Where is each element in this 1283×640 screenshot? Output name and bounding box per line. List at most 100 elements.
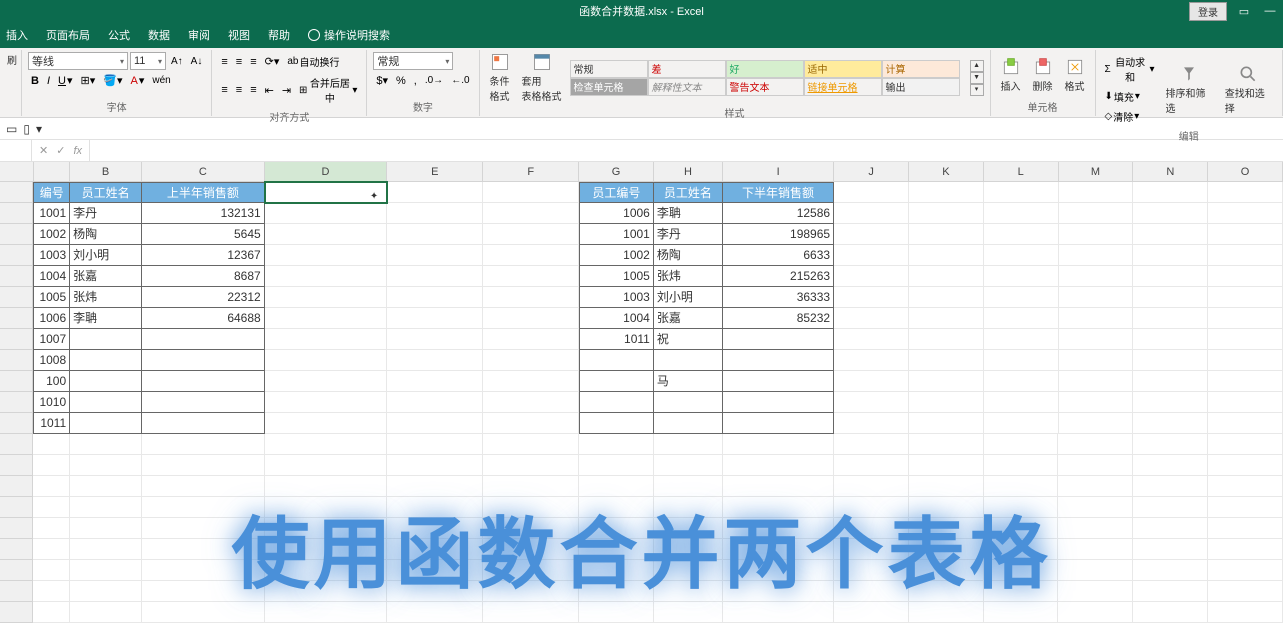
dec-decimal-icon[interactable]: ←.0 <box>448 73 472 88</box>
conditional-format-button[interactable]: 条件格式 <box>486 52 514 103</box>
table-cell[interactable]: 1005 <box>33 287 70 308</box>
table-cell[interactable] <box>142 371 265 392</box>
sort-filter-button[interactable]: 排序和筛选 <box>1162 64 1217 115</box>
clear-button[interactable]: ◇ 清除▾ <box>1102 107 1158 126</box>
name-box[interactable] <box>0 140 32 161</box>
table-cell[interactable]: 1007 <box>33 329 70 350</box>
row-header[interactable] <box>0 455 33 476</box>
col-header-E[interactable]: E <box>387 162 483 182</box>
font-size-combo[interactable]: 11▾ <box>130 52 166 70</box>
table-cell[interactable] <box>142 392 265 413</box>
row-header[interactable] <box>0 224 33 245</box>
style-link[interactable]: 链接单元格 <box>804 78 882 96</box>
row-header[interactable] <box>0 245 33 266</box>
col-header-L[interactable]: L <box>984 162 1059 182</box>
tab-insert[interactable]: 插入 <box>6 27 28 43</box>
align-middle-icon[interactable]: ≡ <box>233 54 245 70</box>
table-cell[interactable]: 李聃 <box>70 308 142 329</box>
table-cell[interactable]: 李丹 <box>70 203 142 224</box>
style-warn[interactable]: 警告文本 <box>726 78 804 96</box>
fill-button[interactable]: ⬇ 填充▾ <box>1102 87 1158 106</box>
style-more-icon[interactable]: ▾ <box>970 84 984 96</box>
table-cell[interactable]: 1002 <box>33 224 70 245</box>
align-left-icon[interactable]: ≡ <box>218 82 230 98</box>
col-header-I[interactable]: I <box>723 162 834 182</box>
table-cell[interactable]: 1008 <box>33 350 70 371</box>
style-up-icon[interactable]: ▲ <box>970 60 984 72</box>
format-cells-button[interactable]: 格式 <box>1061 57 1089 93</box>
qat-dropdown-icon[interactable]: ▾ <box>36 122 42 136</box>
table-cell[interactable] <box>654 413 723 434</box>
col-header-B[interactable]: B <box>70 162 142 182</box>
align-right-icon[interactable]: ≡ <box>247 82 259 98</box>
refresh-button[interactable]: 刷 <box>8 52 16 67</box>
table-cell[interactable]: 马 <box>654 371 723 392</box>
fill-color-button[interactable]: 🪣▾ <box>100 72 125 89</box>
table-cell[interactable]: 1011 <box>33 413 70 434</box>
table-cell[interactable] <box>70 329 142 350</box>
style-neutral[interactable]: 适中 <box>804 60 882 78</box>
row-header[interactable] <box>0 581 33 602</box>
orientation-icon[interactable]: ⟳▾ <box>262 53 283 70</box>
table-cell[interactable] <box>579 392 654 413</box>
font-name-combo[interactable]: 等线▾ <box>28 52 128 70</box>
tab-data[interactable]: 数据 <box>148 27 170 43</box>
font-color-button[interactable]: A▾ <box>127 72 147 89</box>
table-cell[interactable]: 100 <box>33 371 70 392</box>
enter-icon[interactable]: ✓ <box>53 144 68 157</box>
style-normal[interactable]: 常规 <box>570 60 648 78</box>
table-cell[interactable] <box>723 329 834 350</box>
table-cell[interactable]: 12586 <box>723 203 834 224</box>
underline-button[interactable]: U▾ <box>55 72 75 89</box>
align-top-icon[interactable]: ≡ <box>218 54 230 70</box>
col-header-G[interactable]: G <box>579 162 654 182</box>
fx-icon[interactable]: fx <box>70 145 85 157</box>
inc-decimal-icon[interactable]: .0→ <box>422 73 446 88</box>
col-header-J[interactable]: J <box>834 162 909 182</box>
autosum-button[interactable]: Σ 自动求和▾ <box>1102 52 1158 86</box>
table-cell[interactable]: 1005 <box>579 266 654 287</box>
col-header-O[interactable]: O <box>1208 162 1283 182</box>
qat-icon-1[interactable]: ▭ <box>6 122 17 136</box>
table-cell[interactable] <box>70 413 142 434</box>
table-cell[interactable]: 张嘉 <box>654 308 723 329</box>
row-header[interactable] <box>0 350 33 371</box>
table-cell[interactable] <box>579 350 654 371</box>
table-cell[interactable]: 215263 <box>723 266 834 287</box>
login-button[interactable]: 登录 <box>1189 2 1227 21</box>
table-cell[interactable] <box>723 392 834 413</box>
tab-view[interactable]: 视图 <box>228 27 250 43</box>
row-header[interactable] <box>0 434 33 455</box>
row-header[interactable] <box>0 497 33 518</box>
table-cell[interactable] <box>142 350 265 371</box>
table-cell[interactable]: 5645 <box>142 224 265 245</box>
table-cell[interactable] <box>723 371 834 392</box>
tab-review[interactable]: 审阅 <box>188 27 210 43</box>
active-cell-d1[interactable]: ✦ <box>265 182 388 203</box>
table-cell[interactable]: 1004 <box>579 308 654 329</box>
style-bad[interactable]: 差 <box>648 60 726 78</box>
ribbon-display-icon[interactable]: ▭ <box>1235 4 1253 18</box>
comma-icon[interactable]: , <box>411 73 420 89</box>
border-button[interactable]: ⊞▾ <box>78 72 99 89</box>
table-cell[interactable]: 132131 <box>142 203 265 224</box>
table-cell[interactable] <box>723 413 834 434</box>
table-cell[interactable]: 12367 <box>142 245 265 266</box>
indent-dec-icon[interactable]: ⇤ <box>262 82 277 99</box>
table-cell[interactable]: 1010 <box>33 392 70 413</box>
style-check[interactable]: 检查单元格 <box>570 78 648 96</box>
table-cell[interactable]: 1001 <box>579 224 654 245</box>
col-header-H[interactable]: H <box>654 162 723 182</box>
style-output[interactable]: 输出 <box>882 78 960 96</box>
table-cell[interactable] <box>70 392 142 413</box>
table-cell[interactable] <box>142 413 265 434</box>
table-cell[interactable]: 1004 <box>33 266 70 287</box>
table-cell[interactable]: 1003 <box>579 287 654 308</box>
style-explain[interactable]: 解释性文本 <box>648 78 726 96</box>
col-header-F[interactable]: F <box>483 162 579 182</box>
table-cell[interactable]: 1006 <box>579 203 654 224</box>
phonetic-icon[interactable]: wén <box>149 73 173 88</box>
row-header[interactable] <box>0 371 33 392</box>
currency-icon[interactable]: $▾ <box>373 72 391 89</box>
table-cell[interactable] <box>70 350 142 371</box>
